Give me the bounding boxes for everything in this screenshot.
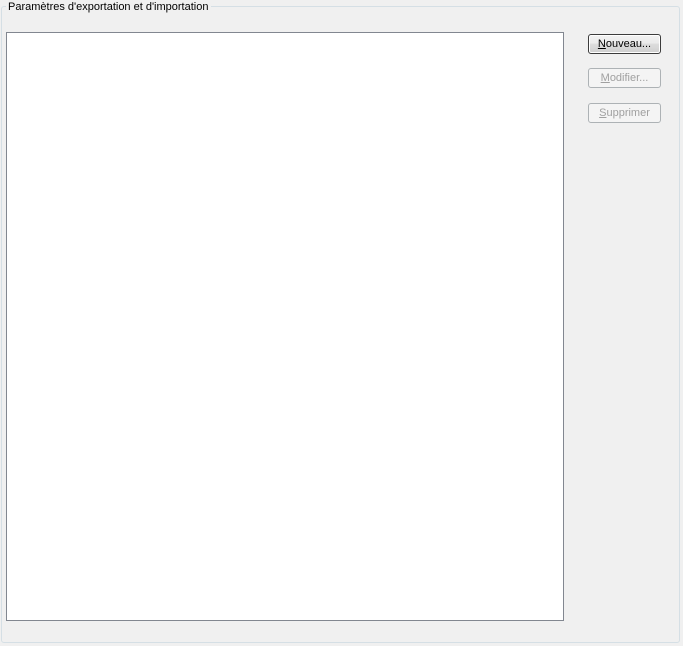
edit-button-label: odifier... [609, 72, 649, 84]
new-button-label: ouveau... [605, 38, 652, 50]
new-button-mnemonic: N [597, 38, 606, 50]
delete-button[interactable]: Supprimer [588, 103, 661, 123]
edit-button[interactable]: Modifier... [588, 68, 661, 88]
edit-button-mnemonic: M [600, 72, 610, 84]
export-import-settings-panel: Paramètres d'exportation et d'importatio… [0, 0, 683, 646]
new-button[interactable]: Nouveau... [588, 34, 661, 54]
groupbox-title: Paramètres d'exportation et d'importatio… [6, 0, 212, 14]
settings-list[interactable] [6, 32, 564, 621]
delete-button-label: upprimer [606, 107, 650, 119]
